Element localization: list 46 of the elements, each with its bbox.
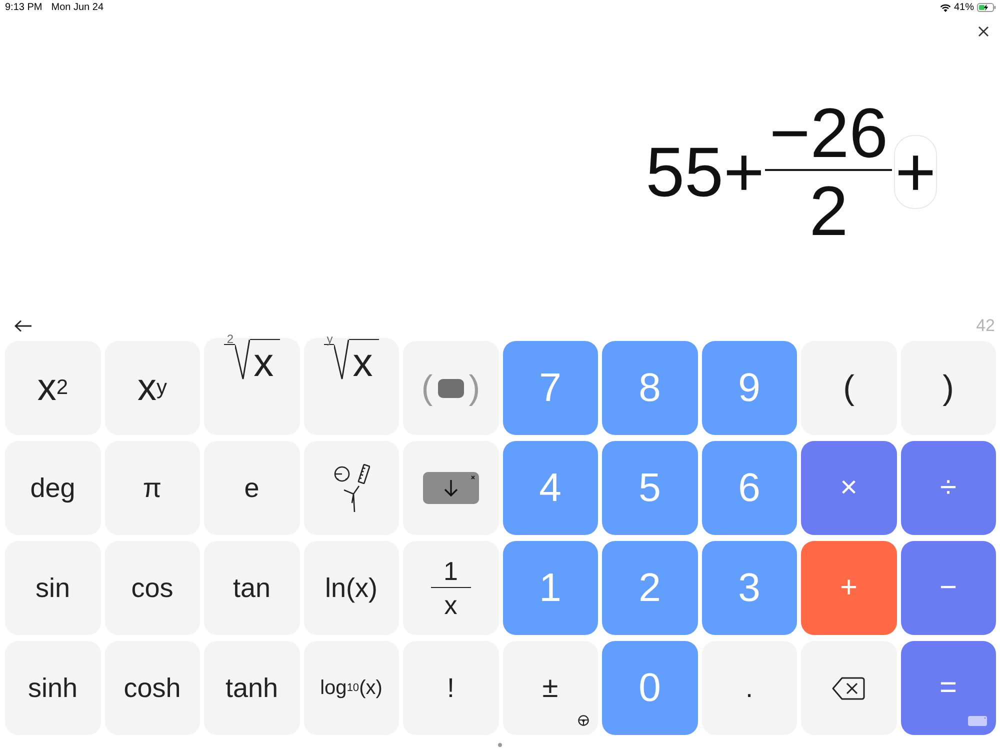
function-key[interactable]: cosh: [104, 641, 200, 735]
function-key[interactable]: π: [104, 441, 200, 535]
status-date: Mon Jun 24: [51, 2, 104, 14]
cursor-term: +: [894, 135, 937, 209]
function-key[interactable]: x$^{2}$: [5, 341, 100, 435]
function-key[interactable]: deg: [5, 441, 100, 535]
function-key[interactable]: tan: [204, 541, 300, 635]
expression-text: 55+: [646, 137, 764, 207]
wifi-icon: [940, 4, 951, 12]
fraction-denominator: 2: [808, 176, 850, 246]
status-time: 9:13 PM: [5, 2, 42, 14]
operator-key[interactable]: −: [900, 541, 996, 635]
function-key[interactable]: .: [702, 641, 797, 735]
function-key[interactable]: y x: [304, 338, 399, 435]
function-key[interactable]: ±: [502, 641, 598, 735]
rounded-rectangle-icon: [438, 378, 464, 398]
battery-charging-icon: [977, 3, 996, 12]
function-key[interactable]: ): [900, 341, 996, 435]
operator-key[interactable]: =: [900, 641, 996, 735]
counter-text: 42: [976, 316, 995, 336]
function-key[interactable]: cos: [104, 541, 200, 635]
function-key[interactable]: sinh: [5, 641, 100, 735]
function-key[interactable]: x$^{y}$: [104, 341, 200, 435]
steering-wheel-icon: [578, 715, 589, 726]
function-key[interactable]: (: [801, 341, 896, 435]
close-icon[interactable]: [978, 26, 988, 36]
function-key[interactable]: e: [204, 441, 300, 535]
fraction-numerator: −26: [768, 98, 890, 168]
function-key[interactable]: sin: [5, 541, 100, 635]
radical-sign-icon: [334, 339, 349, 381]
function-key[interactable]: tanh: [204, 641, 300, 735]
operator-key[interactable]: ×: [801, 441, 896, 535]
backspace-icon: [832, 676, 866, 700]
stopwatch-ruler-windmill-icon: [332, 463, 370, 513]
page-dot-icon: [498, 743, 502, 747]
operator-key[interactable]: ÷: [900, 441, 996, 535]
down-arrow-tile-icon: [422, 472, 479, 504]
function-key[interactable]: ln(x): [304, 541, 399, 635]
function-key[interactable]: 1 x: [403, 541, 498, 635]
function-key[interactable]: !: [403, 641, 498, 735]
function-key[interactable]: [403, 441, 498, 535]
function-key[interactable]: [801, 641, 896, 735]
battery-percentage: 41%: [954, 2, 974, 14]
function-key[interactable]: [304, 441, 399, 535]
small-tile-icon: [968, 716, 987, 726]
radical-sign-icon: [234, 339, 250, 381]
